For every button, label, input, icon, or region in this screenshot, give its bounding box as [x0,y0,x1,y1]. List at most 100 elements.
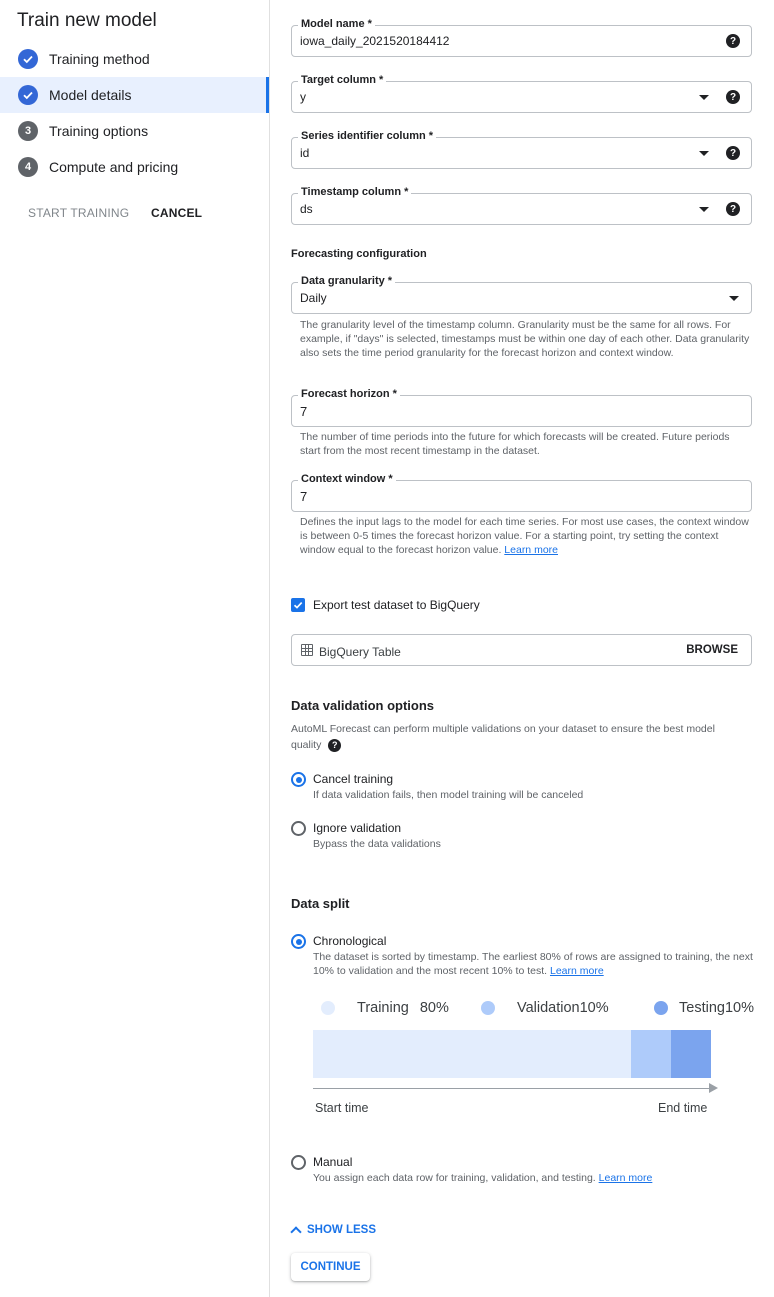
data-validation-description: AutoML Forecast can perform multiple val… [291,721,741,753]
chronological-radio[interactable] [291,934,306,949]
target-column-select[interactable]: Target column * y ? [291,74,752,113]
target-column-label: Target column * [298,74,387,86]
step-label: Compute and pricing [49,159,179,175]
cancel-button[interactable]: CANCEL [151,206,202,220]
step-number-4-icon: 4 [18,157,38,177]
step-model-details[interactable]: Model details [0,77,269,113]
context-window-label: Context window * [298,473,396,485]
ignore-validation-desc: Bypass the data validations [313,838,441,850]
help-icon[interactable]: ? [726,90,740,104]
model-name-label: Model name * [298,18,375,30]
show-less-label: SHOW LESS [307,1224,377,1236]
training-legend-pct: 80% [419,1000,449,1016]
model-name-value: iowa_daily_2021520184412 [300,34,450,48]
manual-label: Manual [313,1155,353,1169]
context-window-hint: Defines the input lags to the model for … [300,515,752,557]
forecasting-config-heading: Forecasting configuration [291,248,427,260]
forecast-horizon-label: Forecast horizon * [298,388,400,400]
manual-desc-text: You assign each data row for training, v… [313,1172,596,1184]
ignore-validation-radio[interactable] [291,821,306,836]
training-legend-label: Training [357,1000,409,1016]
step-compute-pricing[interactable]: 4 Compute and pricing [0,149,268,185]
stepper-sidebar: Train new model Training method Model de… [0,0,270,1297]
dropdown-caret-icon [699,95,709,100]
table-icon [301,644,313,656]
forecast-horizon-value: 7 [300,404,308,419]
browse-button[interactable]: BROWSE [686,644,738,656]
checkmark-icon [293,602,303,609]
series-identifier-select[interactable]: Series identifier column * id ? [291,130,752,169]
chevron-up-icon [290,1226,302,1238]
chronological-desc: The dataset is sorted by timestamp. The … [313,950,771,978]
validation-legend: Validation 10% [517,1000,609,1016]
learn-more-link[interactable]: Learn more [599,1172,653,1184]
check-circle-icon [18,49,38,69]
training-legend-dot [321,1001,335,1015]
context-window-input[interactable]: Context window * 7 [291,473,752,512]
granularity-hint: The granularity level of the timestamp c… [300,319,750,359]
start-training-button[interactable]: START TRAINING [28,206,129,220]
learn-more-link[interactable]: Learn more [550,965,604,977]
bigquery-table-field[interactable]: BigQuery Table BROWSE [291,634,752,666]
validation-legend-pct: 10% [579,1000,609,1016]
training-legend: Training 80% [357,1000,449,1016]
time-axis [313,1088,711,1089]
data-split-heading: Data split [291,896,350,911]
data-granularity-select[interactable]: Data granularity * Daily [291,275,752,314]
validation-legend-dot [481,1001,495,1015]
step-training-method[interactable]: Training method [0,41,268,77]
model-name-field[interactable]: Model name * iowa_daily_2021520184412 ? [291,18,752,57]
ignore-validation-label: Ignore validation [313,821,402,835]
step-label: Training options [49,123,149,139]
testing-legend: Testing 10% [679,1000,754,1016]
dropdown-caret-icon [699,151,709,156]
cancel-training-label: Cancel training [313,772,394,786]
cancel-training-radio[interactable] [291,772,306,787]
series-identifier-value: id [300,146,310,160]
testing-legend-dot [654,1001,668,1015]
data-granularity-value: Daily [300,291,327,305]
manual-radio[interactable] [291,1155,306,1170]
data-validation-heading: Data validation options [291,698,435,713]
help-icon[interactable]: ? [726,34,740,48]
timestamp-column-select[interactable]: Timestamp column * ds ? [291,186,752,225]
export-bigquery-label: Export test dataset to BigQuery [313,598,480,612]
target-column-value: y [300,90,306,104]
start-time-label: Start time [315,1101,369,1115]
check-circle-icon [18,85,38,105]
training-segment [313,1030,631,1078]
dropdown-caret-icon [729,296,739,301]
step-number-3-icon: 3 [18,121,38,141]
help-icon[interactable]: ? [726,202,740,216]
export-bigquery-checkbox[interactable] [291,598,305,612]
data-granularity-label: Data granularity * [298,275,396,287]
help-icon[interactable]: ? [328,738,342,752]
validation-segment [631,1030,671,1078]
context-window-value: 7 [300,489,308,504]
dropdown-caret-icon [699,207,709,212]
cancel-training-desc: If data validation fails, then model tra… [313,789,584,801]
testing-legend-pct: 10% [724,1000,754,1016]
timestamp-column-label: Timestamp column * [298,186,412,198]
testing-legend-label: Testing [679,1000,725,1016]
step-label: Training method [49,51,150,67]
chronological-desc-text: The dataset is sorted by timestamp. The … [313,951,753,977]
bigquery-table-placeholder: BigQuery Table [319,645,401,659]
timestamp-column-value: ds [300,202,313,216]
continue-button[interactable]: CONTINUE [291,1253,370,1281]
page-title: Train new model [17,10,157,31]
testing-segment [671,1030,711,1078]
chronological-label: Chronological [313,934,387,948]
learn-more-link[interactable]: Learn more [504,544,558,556]
series-identifier-label: Series identifier column * [298,130,437,142]
help-icon[interactable]: ? [726,146,740,160]
validation-legend-label: Validation [517,1000,580,1016]
show-less-button[interactable]: SHOW LESS [289,1224,377,1238]
step-label: Model details [49,87,132,103]
step-training-options[interactable]: 3 Training options [0,113,268,149]
horizon-hint: The number of time periods into the futu… [300,431,730,457]
manual-desc: You assign each data row for training, v… [313,1171,652,1185]
forecast-horizon-input[interactable]: Forecast horizon * 7 [291,388,752,427]
end-time-label: End time [658,1101,708,1115]
arrow-right-icon [709,1083,718,1093]
